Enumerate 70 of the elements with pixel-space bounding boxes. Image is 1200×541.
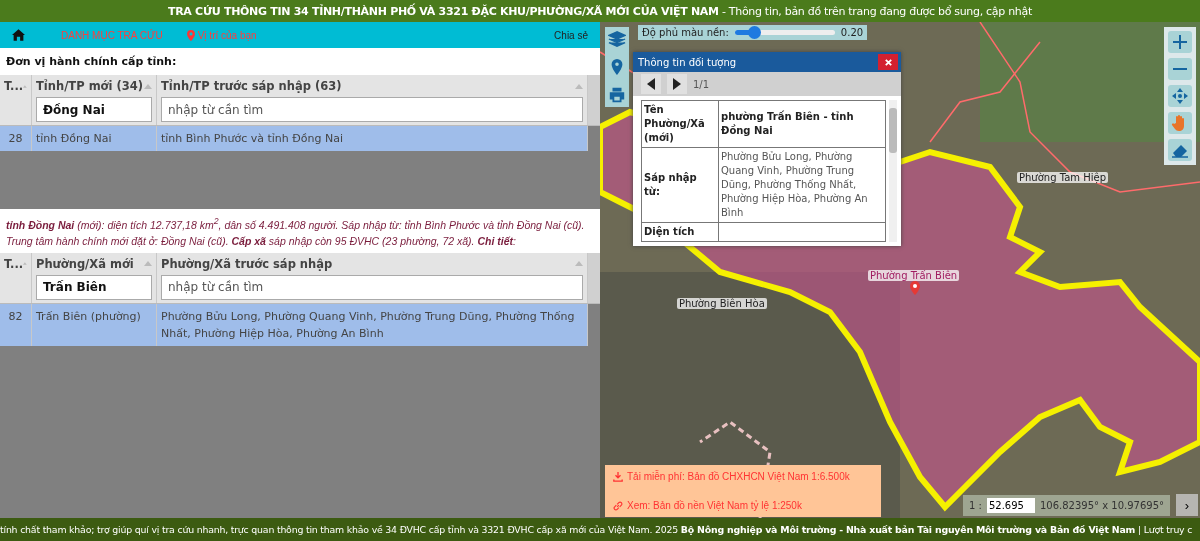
column-title: Phường/Xã trước sáp nhập	[161, 256, 333, 271]
map-place-label: Phường Tam Hiệp	[1017, 172, 1108, 183]
filter-field[interactable]: Đồng Nai	[36, 97, 152, 122]
previous-button[interactable]	[641, 74, 661, 94]
share-link[interactable]: Chia sẻ	[554, 29, 588, 41]
page-counter: 1/1	[693, 78, 710, 90]
summary-text: tỉnh Đồng Nai (mới): diện tích 12.737,18 km$^{2}$, dân số 4.491.408 người. Sáp nhập từ: tỉnh Bình Phước và tỉnh Đồng Nai (cũ). Trung tâm hành chính mới đặt ở: Đồng Nai (cũ). Cấp xã sáp nhập còn 95 ĐVHC (23 phường, 72 xã). Chi tiết:	[0, 209, 600, 253]
scrollbar[interactable]	[889, 100, 897, 242]
column-title: Tỉnh/TP trước sáp nhập (63)	[161, 79, 342, 93]
next-button[interactable]	[667, 74, 687, 94]
attribute-value: phường Trấn Biên - tỉnh Đồng Nai	[718, 100, 886, 148]
table-row[interactable]: 28 tỉnh Đồng Nai tỉnh Bình Phước và tỉnh Đồng Nai	[0, 126, 588, 151]
table-cell: tỉnh Bình Phước và tỉnh Đồng Nai	[157, 126, 588, 151]
filter-field[interactable]: nhập từ cần tìm	[161, 274, 583, 300]
scrollbar-track	[588, 252, 600, 303]
close-button[interactable]	[878, 54, 898, 70]
attribute-label: Diện tích	[641, 222, 719, 242]
left-triangle-icon	[647, 78, 655, 90]
column-title: T...	[4, 79, 24, 93]
table-cell: tỉnh Đồng Nai	[32, 126, 157, 151]
move-arrows-icon[interactable]	[1168, 85, 1192, 107]
home-icon[interactable]	[12, 29, 25, 41]
close-icon	[883, 57, 893, 67]
link-icon	[613, 500, 623, 511]
column-header[interactable]: Phường/Xã trước sáp nhập nhập từ cần tìm	[157, 252, 588, 303]
attribute-label: Tên Phường/Xã (mới)	[641, 100, 719, 148]
eraser-icon[interactable]	[1168, 139, 1192, 161]
sort-icon	[575, 261, 583, 266]
next-button[interactable]: ›	[1176, 494, 1198, 516]
scrollbar-track	[588, 75, 600, 125]
sort-icon	[144, 261, 152, 266]
location-pin-icon	[186, 29, 195, 41]
column-title: T...	[4, 256, 24, 271]
scale-prefix: 1 :	[969, 500, 982, 511]
column-title: Tỉnh/TP mới (34)	[36, 79, 143, 93]
slider-label: Độ phủ màu nền:	[642, 27, 729, 38]
column-title: Phường/Xã mới	[36, 256, 134, 271]
popup-title: Thông tin đối tượng	[638, 56, 737, 68]
zoom-out-icon[interactable]	[1168, 58, 1192, 80]
column-header[interactable]: Tỉnh/TP mới (34) Đồng Nai	[32, 75, 157, 125]
attribute-label: Sáp nhập từ:	[641, 147, 719, 223]
column-header[interactable]: T...	[0, 75, 32, 125]
column-header[interactable]: Phường/Xã mới Trấn Biên	[32, 252, 157, 303]
section-heading: Đơn vị hành chính cấp tỉnh:	[0, 48, 600, 75]
table-row[interactable]: 82 Trấn Biên (phường) Phường Bửu Long, Phường Quang Vinh, Phường Trung Dũng, Phường Thống Nhất, Phường Hiệp Hòa, Phường An Bình	[0, 303, 588, 346]
right-triangle-icon	[673, 78, 681, 90]
map-place-label: Phường Trấn Biên	[868, 270, 960, 281]
footer-text: tính chất tham khảo; trợ giúp quí vị tra cứu nhanh, trực quan thông tin tham khảo về 34 ĐVHC cấp tỉnh và 3321 ĐVHC cấp xã mới của Việt Nam. 2025 Bộ Nông nghiệp và Môi trường - Nhà xuất bản Tài nguyên Môi trường và Bản đồ Việt Nam | Lượt truy c	[0, 524, 1193, 535]
sort-icon	[144, 83, 152, 89]
printer-icon[interactable]	[608, 86, 626, 104]
layers-icon[interactable]	[608, 30, 626, 48]
attribute-value: Phường Bửu Long, Phường Quang Vinh, Phường Trung Dũng, Phường Thống Nhất, Phường Hiệp Hòa, Phường An Bình	[718, 147, 886, 223]
slider-thumb[interactable]	[747, 26, 761, 39]
slider-value: 0.20	[840, 27, 864, 38]
zoom-in-icon[interactable]	[1168, 31, 1192, 53]
sort-icon	[575, 83, 583, 89]
scale-field[interactable]: 52.695	[986, 498, 1035, 513]
column-header[interactable]: T...	[0, 252, 32, 303]
table-cell: Phường Bửu Long, Phường Quang Vinh, Phường Trung Dũng, Phường Thống Nhất, Phường Hiệp Hòa, Phường An Bình	[157, 303, 588, 346]
column-header[interactable]: Tỉnh/TP trước sáp nhập (63) nhập từ cần tìm	[157, 75, 588, 125]
coordinates-text: 106.82395° x 10.97695°	[1039, 500, 1164, 511]
table-cell: 82	[0, 303, 32, 346]
table-cell: Trấn Biên (phường)	[32, 303, 157, 346]
filter-field[interactable]: Trấn Biên	[36, 274, 152, 300]
map-marker-icon	[910, 281, 920, 295]
page-title: TRA CỨU THÔNG TIN 34 TỈNH/THÀNH PHỐ VÀ 3321 ĐẶC KHU/PHƯỜNG/XÃ MỚI CỦA VIỆT NAM - Thông tin, bản đồ trên trang đang được bổ sung, cập nhật	[168, 4, 1032, 18]
table-cell: 28	[0, 126, 32, 151]
filter-field[interactable]: nhập từ cần tìm	[161, 97, 583, 122]
map-place-label: Phường Biên Hòa	[677, 298, 767, 309]
download-icon	[613, 471, 623, 482]
